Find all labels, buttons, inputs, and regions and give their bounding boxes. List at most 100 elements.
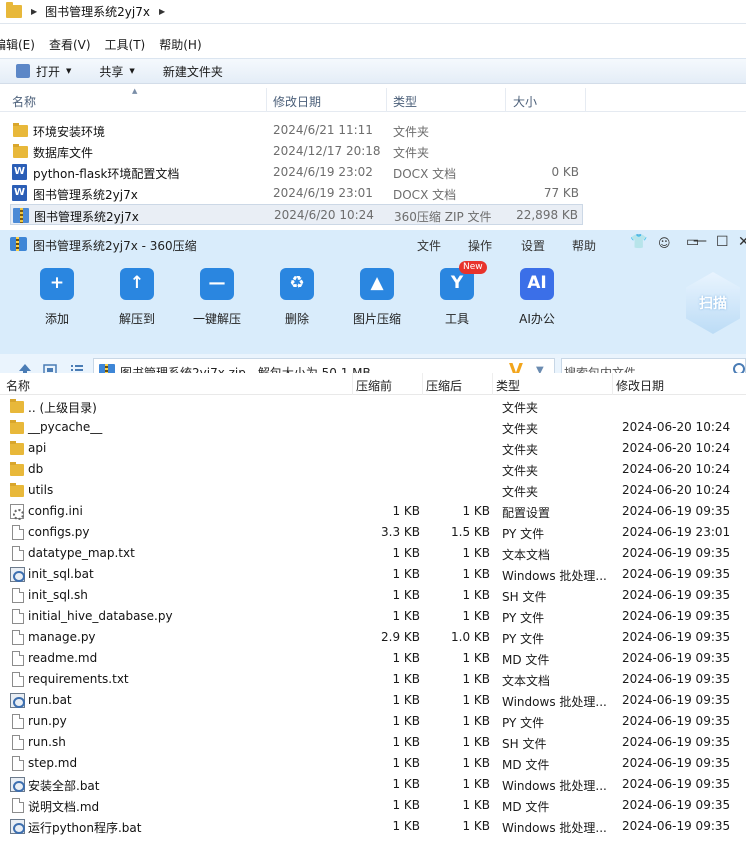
column-divider[interactable] <box>585 88 586 112</box>
word-doc-icon: W <box>12 185 27 201</box>
column-divider[interactable] <box>422 373 423 395</box>
zip-file-row[interactable]: db 文件夹 2024-06-20 10:24 <box>0 459 746 480</box>
scan-button[interactable]: 扫描 <box>686 272 740 334</box>
col-name[interactable]: 名称 <box>12 93 36 110</box>
toolbar-label: 删除 <box>284 312 309 326</box>
file-name: init_sql.sh <box>28 588 88 602</box>
file-name: 数据库文件 <box>33 146 94 160</box>
size-before: 1 KB <box>392 609 420 623</box>
zip-file-row[interactable]: manage.py 2.9 KB 1.0 KB PY 文件 2024-06-19 09:… <box>0 627 746 648</box>
zip-file-row[interactable]: run.bat 1 KB 1 KB Windows 批处理... 2024-06-19 … <box>0 690 746 711</box>
file-date: 2024-06-20 10:24 <box>622 441 731 455</box>
size-after: 1 KB <box>462 777 490 791</box>
col-type[interactable]: 类型 <box>496 377 520 394</box>
zip-file-row[interactable]: datatype_map.txt 1 KB 1 KB 文本文档 2024-06-19 0… <box>0 543 746 564</box>
zip-file-row[interactable]: 安装全部.bat 1 KB 1 KB Windows 批处理... 2024-06-19… <box>0 774 746 795</box>
file-size: 77 KB <box>543 186 579 200</box>
toolbar-button-one-click-extract[interactable]: — 一键解压 <box>182 268 252 327</box>
chevron-down-icon: ▼ <box>129 67 135 75</box>
column-divider[interactable] <box>386 88 387 112</box>
icon-glyph: ↑ <box>129 273 145 293</box>
zip-file-row[interactable]: 说明文档.md 1 KB 1 KB MD 文件 2024-06-19 09:35 <box>0 795 746 816</box>
column-divider[interactable] <box>492 373 493 395</box>
zip-file-row[interactable]: __pycache__ 文件夹 2024-06-20 10:24 <box>0 417 746 438</box>
menu-operation[interactable]: 操作 <box>468 237 492 254</box>
zip-file-row[interactable]: step.md 1 KB 1 KB MD 文件 2024-06-19 09:35 <box>0 753 746 774</box>
zip-file-row[interactable]: init_sql.sh 1 KB 1 KB SH 文件 2024-06-19 09:35 <box>0 585 746 606</box>
breadcrumb-current[interactable]: 图书管理系统2yj7x <box>45 3 150 20</box>
zip-file-row[interactable]: initial_hive_database.py 1 KB 1 KB PY 文件 202… <box>0 606 746 627</box>
toolbar-label: 一键解压 <box>192 312 241 326</box>
zip-column-header: 名称 压缩前 压缩后 类型 修改日期 <box>0 373 746 395</box>
zip-file-row[interactable]: run.py 1 KB 1 KB PY 文件 2024-06-19 09:35 <box>0 711 746 732</box>
explorer-file-row[interactable]: 环境安装环境 2024/6/21 11:11 文件夹 <box>10 120 583 141</box>
menu-help[interactable]: 帮助 <box>572 237 596 254</box>
scan-label: 扫描 <box>699 296 727 312</box>
column-divider[interactable] <box>352 373 353 395</box>
column-divider[interactable] <box>266 88 267 112</box>
open-button[interactable]: 打开 ▼ <box>16 63 71 80</box>
col-name[interactable]: 名称 <box>6 377 30 394</box>
zip-file-row[interactable]: utils 文件夹 2024-06-20 10:24 <box>0 480 746 501</box>
file-type: 文本文档 <box>502 548 551 562</box>
close-icon[interactable]: ✕ <box>738 234 746 250</box>
menu-help[interactable]: 帮助(H) <box>159 36 201 53</box>
col-size[interactable]: 大小 <box>513 93 537 110</box>
zip-file-row[interactable]: .. (上级目录) 文件夹 <box>0 396 746 417</box>
toolbar-button-ai-office[interactable]: AI AI办公 <box>502 268 572 327</box>
file-type: 文件夹 <box>502 485 539 499</box>
zip-file-row[interactable]: 运行python程序.bat 1 KB 1 KB Windows 批处理... 2024… <box>0 816 746 837</box>
toolbar-button-extract-to[interactable]: ↑ 解压到 <box>102 268 172 327</box>
file-type: DOCX 文档 <box>393 188 457 202</box>
file-type: Windows 批处理... <box>502 779 607 793</box>
zip-file-row[interactable]: init_sql.bat 1 KB 1 KB Windows 批处理... 2024-0… <box>0 564 746 585</box>
zip-app-icon <box>10 237 27 251</box>
explorer-file-row[interactable]: Wpython-flask环境配置文档 2024/6/19 23:02 DOCX 文… <box>10 162 583 183</box>
zip-file-row[interactable]: readme.md 1 KB 1 KB MD 文件 2024-06-19 09:35 <box>0 648 746 669</box>
chevron-right-icon[interactable]: ▶ <box>31 7 37 16</box>
address-bar[interactable]: ▶ 图书管理系统2yj7x ▶ <box>0 0 746 24</box>
menu-view[interactable]: 查看(V) <box>49 36 91 53</box>
toolbar-button-image-compress[interactable]: ▲ 图片压缩 <box>342 268 412 327</box>
col-after[interactable]: 压缩后 <box>426 377 462 394</box>
explorer-file-row[interactable]: 数据库文件 2024/12/17 20:18 文件夹 <box>10 141 583 162</box>
zip-file-row[interactable]: requirements.txt 1 KB 1 KB 文本文档 2024-06-19 0… <box>0 669 746 690</box>
toolbar-button-trash[interactable]: ♻ 删除 <box>262 268 332 327</box>
toolbar-button-tools[interactable]: Y 工具 <box>422 268 492 327</box>
file-date: 2024/6/19 23:02 <box>273 165 373 179</box>
column-divider[interactable] <box>612 373 613 395</box>
chevron-right-icon[interactable]: ▶ <box>159 7 165 16</box>
file-size: 22,898 KB <box>516 208 578 222</box>
explorer-file-row[interactable]: W 图书管理系统2yj7x 2024/6/19 23:01 DOCX 文档 77 KB <box>10 183 583 204</box>
file-type: 文件夹 <box>393 146 430 160</box>
file-name: run.sh <box>28 735 66 749</box>
zip-file-row[interactable]: run.sh 1 KB 1 KB SH 文件 2024-06-19 09:35 <box>0 732 746 753</box>
folder-icon <box>10 462 24 476</box>
icon-glyph: ▲ <box>370 273 384 293</box>
menu-edit[interactable]: 编辑(E) <box>0 36 35 53</box>
minimize-icon[interactable]: — <box>693 233 707 249</box>
menu-tools[interactable]: 工具(T) <box>105 36 146 53</box>
size-before: 1 KB <box>392 735 420 749</box>
col-type[interactable]: 类型 <box>393 93 417 110</box>
toolbar-button-add[interactable]: + 添加 <box>22 268 92 327</box>
col-date[interactable]: 修改日期 <box>616 377 664 394</box>
maximize-icon[interactable]: ☐ <box>716 234 729 250</box>
file-name: step.md <box>28 756 78 770</box>
menu-file[interactable]: 文件 <box>417 237 441 254</box>
menu-settings[interactable]: 设置 <box>521 237 545 254</box>
feedback-icon[interactable]: ☺ <box>658 236 671 250</box>
file-date: 2024-06-20 10:24 <box>622 420 731 434</box>
share-button[interactable]: 共享 ▼ <box>99 63 134 80</box>
new-folder-button[interactable]: 新建文件夹 <box>163 63 223 80</box>
zip-file-row[interactable]: api 文件夹 2024-06-20 10:24 <box>0 438 746 459</box>
skin-shirt-icon[interactable]: 👕 <box>630 234 647 250</box>
column-divider[interactable] <box>505 88 506 112</box>
zip-file-row[interactable]: config.ini 1 KB 1 KB 配置设置 2024-06-19 09:35 <box>0 501 746 522</box>
document-icon <box>12 630 24 645</box>
explorer-file-row[interactable]: 图书管理系统2yj7x 2024/6/20 10:24 360压缩 ZIP 文件 22… <box>10 204 583 225</box>
zip-file-row[interactable]: configs.py 3.3 KB 1.5 KB PY 文件 2024-06-19 23… <box>0 522 746 543</box>
col-before[interactable]: 压缩前 <box>356 377 392 394</box>
file-type: MD 文件 <box>502 653 550 667</box>
col-date[interactable]: 修改日期 <box>273 93 321 110</box>
